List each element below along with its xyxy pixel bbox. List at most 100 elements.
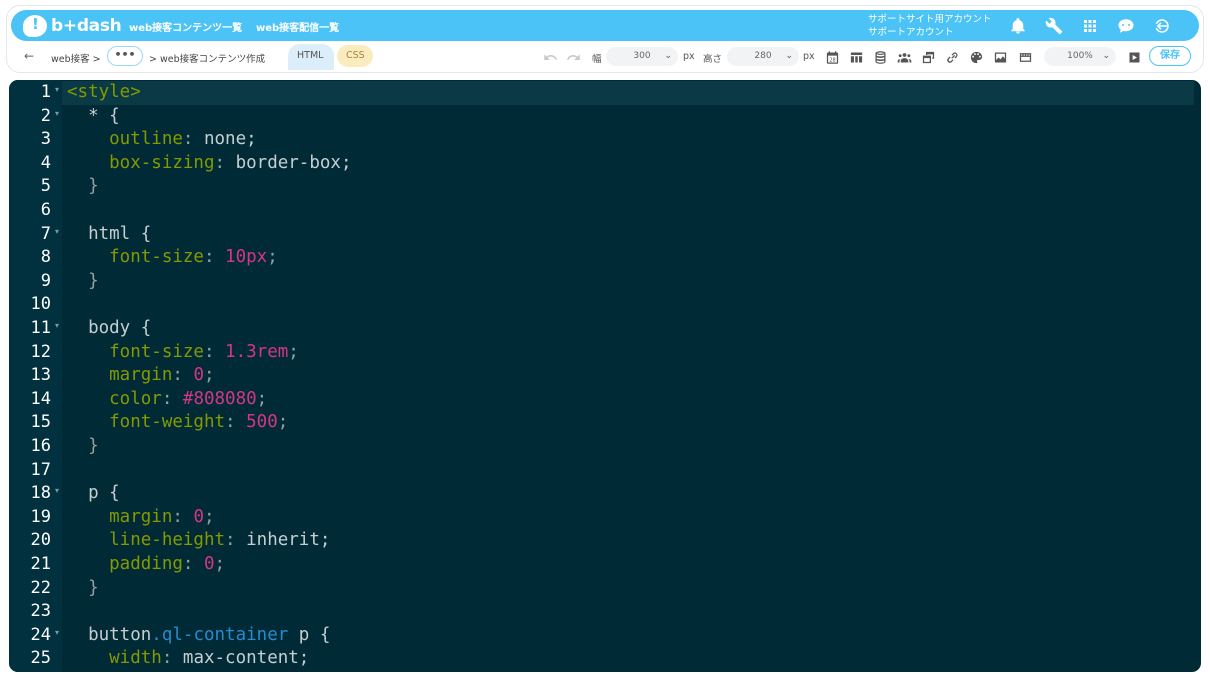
fold-arrow-icon[interactable]: ▾ xyxy=(55,227,59,236)
apps-grid-icon[interactable] xyxy=(1079,15,1101,37)
code-line[interactable]: 18 ▾ p { xyxy=(9,482,1201,506)
code-token: : xyxy=(214,152,236,173)
code-token: margin xyxy=(67,506,173,527)
breadcrumb-current: > web接客コンテンツ作成 xyxy=(149,54,266,65)
code-line[interactable]: 11 ▾ body { xyxy=(9,317,1201,341)
code-token: : xyxy=(161,648,183,669)
fold-arrow-icon[interactable]: ▾ xyxy=(55,486,59,495)
code-token: } xyxy=(67,436,99,456)
code-line[interactable]: 21 padding: 0; xyxy=(9,553,1201,577)
line-number: 7 xyxy=(40,223,51,244)
undo-icon[interactable] xyxy=(541,48,559,66)
line-number: 19 xyxy=(30,506,51,527)
code-line[interactable]: 6 xyxy=(9,199,1201,223)
account-info[interactable]: サポートサイト用アカウント サポートアカウント xyxy=(868,13,992,39)
code-line[interactable]: 12 font-size: 1.3rem; xyxy=(9,341,1201,365)
bell-icon[interactable] xyxy=(1007,15,1029,37)
wrench-icon[interactable] xyxy=(1043,15,1065,37)
code-text: button.ql-container p { xyxy=(67,625,330,645)
copy-window-icon[interactable] xyxy=(919,48,937,66)
line-number: 1 xyxy=(40,82,51,102)
code-token: ; xyxy=(267,247,278,268)
code-line[interactable]: 3 outline: none; xyxy=(9,128,1201,152)
code-line[interactable]: 7 ▾ html { xyxy=(9,223,1201,247)
brand-logo[interactable]: b+dash xyxy=(23,13,122,38)
width-select[interactable]: 300 ⌄ xyxy=(606,47,678,66)
tab-html[interactable]: HTML xyxy=(288,44,334,70)
link-icon[interactable] xyxy=(943,48,961,66)
breadcrumb-more-button[interactable]: ••• xyxy=(107,46,143,66)
code-line[interactable]: 5 } xyxy=(9,175,1201,199)
sub-toolbar: ← web接客 > ••• > web接客コンテンツ作成 HTML CSS 幅 … xyxy=(0,44,1210,70)
width-unit: px xyxy=(683,51,695,62)
logout-icon[interactable] xyxy=(1151,15,1173,37)
code-editor[interactable]: 1 ▾ <style> 2 ▾ * {3 outline: none; 4 box-siz… xyxy=(9,80,1201,672)
code-line[interactable]: 8 font-size: 10px; xyxy=(9,246,1201,270)
code-token: 0 xyxy=(193,365,204,386)
code-token: : xyxy=(203,247,226,268)
line-number: 21 xyxy=(30,554,51,574)
code-token: } xyxy=(67,577,99,598)
code-token: : xyxy=(161,388,183,409)
code-line[interactable]: 16 } xyxy=(9,435,1201,459)
redo-icon[interactable] xyxy=(564,48,582,66)
zoom-select[interactable]: 100% ⌄ xyxy=(1044,47,1116,66)
code-line[interactable]: 19 margin: 0; xyxy=(9,506,1201,530)
fold-arrow-icon[interactable]: ▾ xyxy=(55,85,59,94)
code-token: 10px xyxy=(225,247,268,268)
code-token: color xyxy=(67,388,162,409)
code-line[interactable]: 4 box-sizing: border-box; xyxy=(9,152,1201,176)
active-line-highlight xyxy=(62,81,1194,105)
nav-delivery-list[interactable]: web接客配信一覧 xyxy=(256,19,339,34)
code-line[interactable]: 24 ▾ button.ql-container p { xyxy=(9,624,1201,648)
database-icon[interactable] xyxy=(871,48,889,66)
code-line[interactable]: 25 width: max-content; xyxy=(9,647,1201,671)
code-text: line-height: inherit; xyxy=(67,530,330,550)
fold-arrow-icon[interactable]: ▾ xyxy=(55,321,59,330)
nav-content-list[interactable]: web接客コンテンツ一覧 xyxy=(129,19,242,34)
line-number: 16 xyxy=(30,436,51,456)
chevron-down-icon: ⌄ xyxy=(1102,51,1110,61)
users-icon[interactable] xyxy=(895,48,913,66)
code-line[interactable]: 23 xyxy=(9,600,1201,624)
code-text: } xyxy=(67,271,99,291)
tab-css[interactable]: CSS xyxy=(337,45,373,67)
width-value: 300 xyxy=(633,51,651,61)
code-token: : xyxy=(225,530,247,551)
code-text: * { xyxy=(67,106,120,126)
code-line[interactable]: 22 } xyxy=(9,577,1201,601)
play-icon[interactable] xyxy=(1125,48,1143,66)
height-select[interactable]: 280 ⌄ xyxy=(727,47,799,66)
code-token: 0 xyxy=(193,506,204,527)
code-text: padding: 0; xyxy=(67,554,225,574)
image-icon[interactable] xyxy=(991,48,1009,66)
code-line[interactable]: 10 xyxy=(9,293,1201,317)
code-line[interactable]: 1 ▾ <style> xyxy=(9,81,1201,105)
table-icon[interactable] xyxy=(847,48,865,66)
code-line[interactable]: 15 font-weight: 500; xyxy=(9,411,1201,435)
code-text: outline: none; xyxy=(67,129,257,149)
code-text: box-sizing: border-box; xyxy=(67,152,351,173)
fold-arrow-icon[interactable]: ▾ xyxy=(55,628,59,637)
calendar-icon[interactable]: 28 xyxy=(823,48,841,66)
code-line[interactable]: 20 line-height: inherit; xyxy=(9,529,1201,553)
code-token: p { xyxy=(67,483,120,504)
film-icon[interactable] xyxy=(1016,48,1034,66)
code-line[interactable]: 14 color: #808080; xyxy=(9,388,1201,412)
breadcrumb-web-service[interactable]: web接客 > xyxy=(51,51,101,65)
code-line[interactable]: 9 } xyxy=(9,270,1201,294)
code-line[interactable]: 13 margin: 0; xyxy=(9,364,1201,388)
palette-icon[interactable] xyxy=(967,48,985,66)
code-text: margin: 0; xyxy=(67,506,214,527)
back-arrow-icon[interactable]: ← xyxy=(24,49,34,63)
chat-bot-icon[interactable] xyxy=(1115,15,1137,37)
line-number: 14 xyxy=(30,388,51,409)
code-line[interactable]: 2 ▾ * { xyxy=(9,105,1201,129)
code-line[interactable]: 17 xyxy=(9,459,1201,483)
code-token: max-content; xyxy=(182,648,310,669)
calendar-day: 28 xyxy=(829,57,835,63)
code-token: html { xyxy=(67,223,152,244)
code-area[interactable]: 1 ▾ <style> 2 ▾ * {3 outline: none; 4 box-siz… xyxy=(9,80,1201,672)
fold-arrow-icon[interactable]: ▾ xyxy=(55,109,59,118)
save-button[interactable]: 保存 xyxy=(1149,46,1191,66)
